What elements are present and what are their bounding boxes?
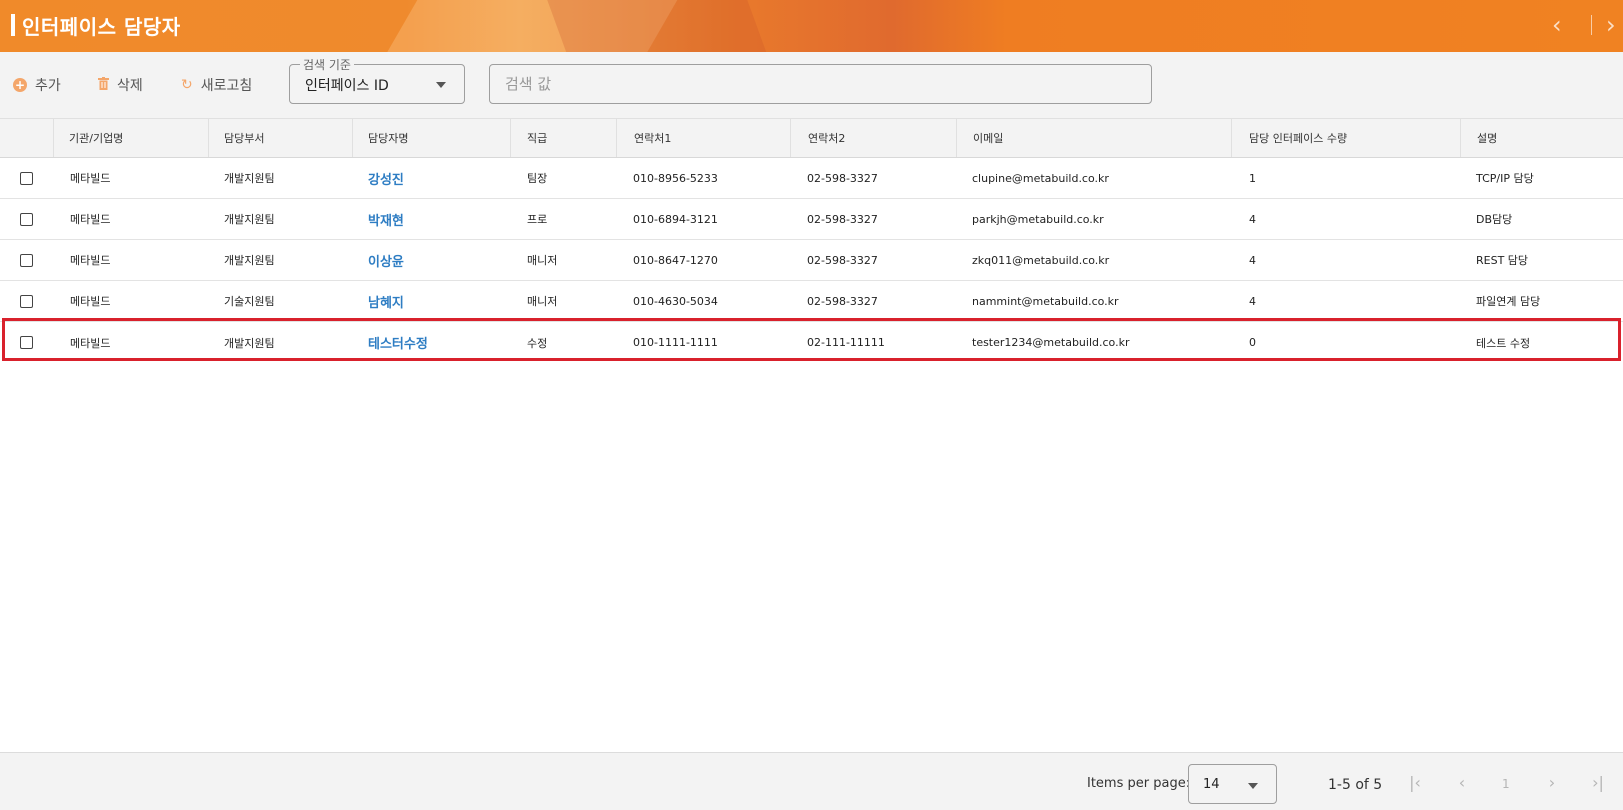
header-phone1[interactable]: 연락처1 xyxy=(616,119,790,157)
prev-page-icon[interactable]: ‹ xyxy=(1451,771,1473,795)
cell-email: zkq011@metabuild.co.kr xyxy=(972,253,1110,267)
header-description[interactable]: 설명 xyxy=(1460,119,1623,157)
cell-interface-count: 4 xyxy=(1249,253,1256,267)
current-page-number: 1 xyxy=(1502,777,1510,791)
cell-rank: 프로 xyxy=(527,213,548,226)
cell-name-link[interactable]: 박재현 xyxy=(368,199,404,239)
row-checkbox[interactable] xyxy=(20,158,33,198)
nav-divider xyxy=(1591,15,1592,35)
delete-button-label: 삭제 xyxy=(117,78,143,94)
cell-phone2: 02-598-3327 xyxy=(807,253,878,267)
caret-down-icon xyxy=(1248,783,1258,789)
header-name[interactable]: 담당자명 xyxy=(352,119,510,157)
header-rank[interactable]: 직급 xyxy=(510,119,616,157)
cell-interface-count: 4 xyxy=(1249,212,1256,226)
cell-dept: 개발지원팀 xyxy=(224,254,275,267)
cell-phone1: 010-8647-1270 xyxy=(633,253,718,267)
items-per-page-label: Items per page: xyxy=(1087,776,1191,791)
cell-interface-count: 4 xyxy=(1249,294,1256,308)
cell-name-link[interactable]: 남혜지 xyxy=(368,281,404,321)
cell-dept: 기술지원팀 xyxy=(224,295,275,308)
cell-phone1: 010-6894-3121 xyxy=(633,212,718,226)
cell-description: 파일연계 담당 xyxy=(1476,295,1541,308)
header-dept[interactable]: 담당부서 xyxy=(208,119,352,157)
cell-org: 메타빌드 xyxy=(70,213,111,226)
search-criteria-legend: 검색 기준 xyxy=(300,56,354,73)
cell-description: REST 담당 xyxy=(1476,254,1529,267)
table-row[interactable]: 메타빌드 개발지원팀 강성진 팀장 010-8956-5233 02-598-3… xyxy=(0,158,1623,199)
cell-name-link[interactable]: 강성진 xyxy=(368,158,404,198)
cell-email: nammint@metabuild.co.kr xyxy=(972,294,1119,308)
cell-phone2: 02-598-3327 xyxy=(807,212,878,226)
add-button-label: 추가 xyxy=(35,78,61,94)
chevron-left-icon[interactable]: ‹ xyxy=(1552,12,1578,38)
cell-dept: 개발지원팀 xyxy=(224,172,275,185)
header-org[interactable]: 기관/기업명 xyxy=(53,119,208,157)
row-checkbox[interactable] xyxy=(20,281,33,321)
search-value-input[interactable] xyxy=(489,64,1152,104)
search-criteria-value: 인터페이스 ID xyxy=(305,78,389,94)
cell-org: 메타빌드 xyxy=(70,295,111,308)
trash-icon xyxy=(98,76,109,94)
paginator: Items per page: 14 1-5 of 5 |‹ ‹ 1 › ›| xyxy=(0,752,1623,810)
plus-circle-icon: + xyxy=(13,78,27,92)
cell-name-link[interactable]: 이상윤 xyxy=(368,240,404,280)
row-checkbox[interactable] xyxy=(20,240,33,280)
cell-rank: 매니저 xyxy=(527,295,558,308)
cell-rank: 팀장 xyxy=(527,172,548,185)
cell-phone2: 02-598-3327 xyxy=(807,171,878,185)
cell-email: clupine@metabuild.co.kr xyxy=(972,171,1109,185)
table-row[interactable]: 메타빌드 개발지원팀 박재현 프로 010-6894-3121 02-598-3… xyxy=(0,199,1623,240)
table-row[interactable]: 메타빌드 개발지원팀 이상윤 매니저 010-8647-1270 02-598-… xyxy=(0,240,1623,281)
refresh-icon: ↻ xyxy=(181,77,193,93)
items-per-page-value: 14 xyxy=(1203,777,1220,792)
chevron-right-icon[interactable]: › xyxy=(1606,12,1623,38)
header-select-cell xyxy=(0,119,53,157)
cell-description: TCP/IP 담당 xyxy=(1476,172,1534,185)
header-interface-count[interactable]: 담당 인터페이스 수량 xyxy=(1231,119,1460,157)
items-per-page-select[interactable]: 14 xyxy=(1188,764,1277,804)
cell-phone1: 010-8956-5233 xyxy=(633,171,718,185)
page-title: 인터페이스 담당자 xyxy=(22,15,181,39)
refresh-button-label: 새로고침 xyxy=(200,78,253,94)
cell-org: 메타빌드 xyxy=(70,172,111,185)
delete-button[interactable]: 삭제 xyxy=(98,74,143,96)
header-email[interactable]: 이메일 xyxy=(956,119,1231,157)
cell-dept: 개발지원팀 xyxy=(224,213,275,226)
add-button[interactable]: + 추가 xyxy=(13,74,61,96)
row-checkbox[interactable] xyxy=(20,199,33,239)
header-decoration-2 xyxy=(543,0,777,52)
toolbar: + 추가 삭제 ↻ 새로고침 검색 기준 인터페이스 ID xyxy=(0,52,1623,118)
caret-down-icon xyxy=(436,82,446,88)
cell-interface-count: 1 xyxy=(1249,171,1256,185)
next-page-icon[interactable]: › xyxy=(1541,771,1563,795)
page-range-label: 1-5 of 5 xyxy=(1328,777,1383,793)
refresh-button[interactable]: ↻ 새로고침 xyxy=(181,74,252,96)
search-criteria-select[interactable]: 검색 기준 인터페이스 ID xyxy=(289,56,465,104)
title-accent-bar xyxy=(11,14,15,36)
cell-description: DB담당 xyxy=(1476,213,1513,226)
table-header-row: 기관/기업명 담당부서 담당자명 직급 연락처1 연락처2 이메일 담당 인터페… xyxy=(0,118,1623,158)
cell-rank: 매니저 xyxy=(527,254,558,267)
cell-phone1: 010-4630-5034 xyxy=(633,294,718,308)
page-header: 인터페이스 담당자 ‹ › xyxy=(0,0,1623,52)
row-highlight-box xyxy=(2,318,1621,361)
cell-phone2: 02-598-3327 xyxy=(807,294,878,308)
header-phone2[interactable]: 연락처2 xyxy=(790,119,956,157)
cell-email: parkjh@metabuild.co.kr xyxy=(972,212,1104,226)
last-page-icon[interactable]: ›| xyxy=(1587,771,1609,795)
cell-org: 메타빌드 xyxy=(70,254,111,267)
first-page-icon[interactable]: |‹ xyxy=(1404,771,1426,795)
table-row[interactable]: 메타빌드 기술지원팀 남혜지 매니저 010-4630-5034 02-598-… xyxy=(0,281,1623,322)
